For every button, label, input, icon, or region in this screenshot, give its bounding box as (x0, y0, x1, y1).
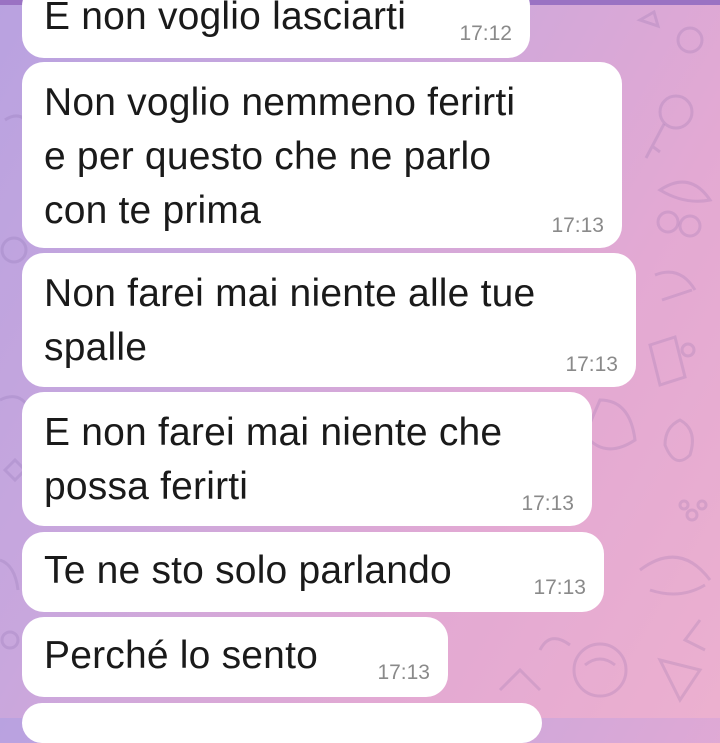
message-timestamp: 17:12 (459, 22, 512, 45)
message-text: E non voglio lasciarti (44, 0, 407, 38)
message-text: Te ne sto solo parlando (44, 549, 452, 592)
message-bubble[interactable]: Te ne sto solo parlando 17:13 (22, 532, 604, 612)
message-bubble[interactable]: E non farei mai niente che possa ferirti… (22, 392, 592, 526)
message-bubble[interactable]: Non voglio nemmeno ferirti e per questo … (22, 62, 622, 248)
message-timestamp: 17:13 (377, 661, 430, 684)
message-bubble[interactable]: Non farei mai niente alle tue spalle 17:… (22, 253, 636, 387)
message-text: E non farei mai niente che possa ferirti (44, 411, 503, 508)
message-bubble-partial[interactable] (22, 703, 542, 743)
message-bubble[interactable]: Perché lo sento 17:13 (22, 617, 448, 697)
message-timestamp: 17:13 (521, 492, 574, 515)
message-text: Non voglio nemmeno ferirti e per questo … (44, 81, 516, 232)
message-list[interactable]: E non voglio lasciarti 17:12 Non voglio … (0, 0, 720, 743)
message-bubble[interactable]: E non voglio lasciarti 17:12 (22, 0, 530, 58)
message-timestamp: 17:13 (533, 576, 586, 599)
message-text: Non farei mai niente alle tue spalle (44, 272, 536, 369)
message-timestamp: 17:13 (565, 353, 618, 376)
message-timestamp: 17:13 (551, 214, 604, 237)
